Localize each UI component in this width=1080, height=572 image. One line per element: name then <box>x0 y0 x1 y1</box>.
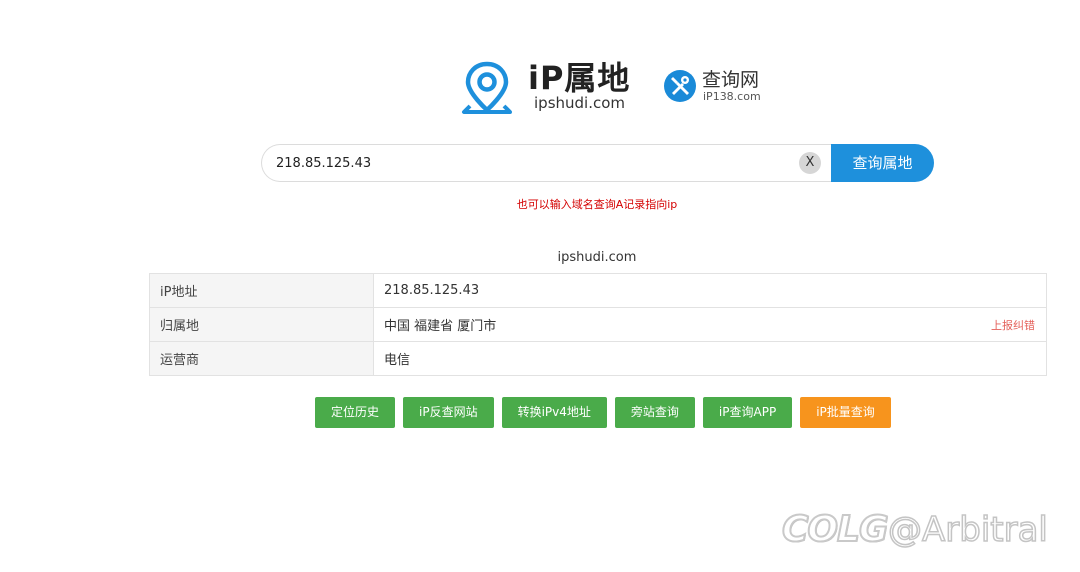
search-hint: 也可以输入域名查询A记录指向ip <box>516 198 678 211</box>
report-error-link[interactable]: 上报纠错 <box>991 317 1035 333</box>
batch-query-button[interactable]: iP批量查询 <box>800 397 891 428</box>
row-value-location-cell: 中国 福建省 厦门市 上报纠错 <box>373 307 1047 342</box>
watermark-user: @Arbitral <box>887 509 1048 551</box>
location-pin-icon <box>462 61 512 114</box>
table-row: iP地址 218.85.125.43 <box>149 273 1047 308</box>
location-history-button[interactable]: 定位历史 <box>315 397 396 428</box>
partner-title: 查询网 <box>702 69 760 91</box>
clear-button[interactable]: X <box>799 152 821 174</box>
row-value-ip: 218.85.125.43 <box>373 273 1047 308</box>
table-row: 运营商 电信 <box>149 341 1047 376</box>
row-label-location: 归属地 <box>149 307 374 342</box>
reverse-lookup-button[interactable]: iP反查网站 <box>403 397 494 428</box>
result-caption: ipshudi.com <box>557 250 637 265</box>
partner-logo[interactable]: 查询网 iP138.com <box>664 68 774 108</box>
search-button[interactable]: 查询属地 <box>831 144 934 182</box>
partner-domain: iP138.com <box>703 90 761 103</box>
table-row: 归属地 中国 福建省 厦门市 上报纠错 <box>149 307 1047 342</box>
result-table: iP地址 218.85.125.43 归属地 中国 福建省 厦门市 上报纠错 运… <box>149 273 1047 376</box>
convert-ipv4-button[interactable]: 转换iPv4地址 <box>501 397 607 428</box>
brand-title: iP属地 <box>528 59 631 97</box>
search-input[interactable] <box>276 153 776 173</box>
neighbor-sites-button[interactable]: 旁站查询 <box>614 397 695 428</box>
ip-app-button[interactable]: iP查询APP <box>702 397 793 428</box>
search-bar: X 查询属地 <box>261 144 934 182</box>
row-label-isp: 运营商 <box>149 341 374 376</box>
brand-domain: ipshudi.com <box>534 94 626 112</box>
row-label-ip: iP地址 <box>149 273 374 308</box>
watermark-logo: COLG <box>781 508 890 551</box>
page: iP属地 ipshudi.com 查询网 iP138.com X 查询属地 也可… <box>0 0 1080 572</box>
brand-logo[interactable]: iP属地 ipshudi.com <box>460 58 640 118</box>
row-value-location: 中国 福建省 厦门市 <box>384 319 497 334</box>
search-box: X <box>261 144 834 182</box>
row-value-isp: 电信 <box>373 341 1047 376</box>
tools-icon <box>664 70 696 102</box>
watermark: COLG @Arbitral <box>781 505 1072 555</box>
action-buttons: 定位历史 iP反查网站 转换iPv4地址 旁站查询 iP查询APP iP批量查询 <box>315 397 891 428</box>
